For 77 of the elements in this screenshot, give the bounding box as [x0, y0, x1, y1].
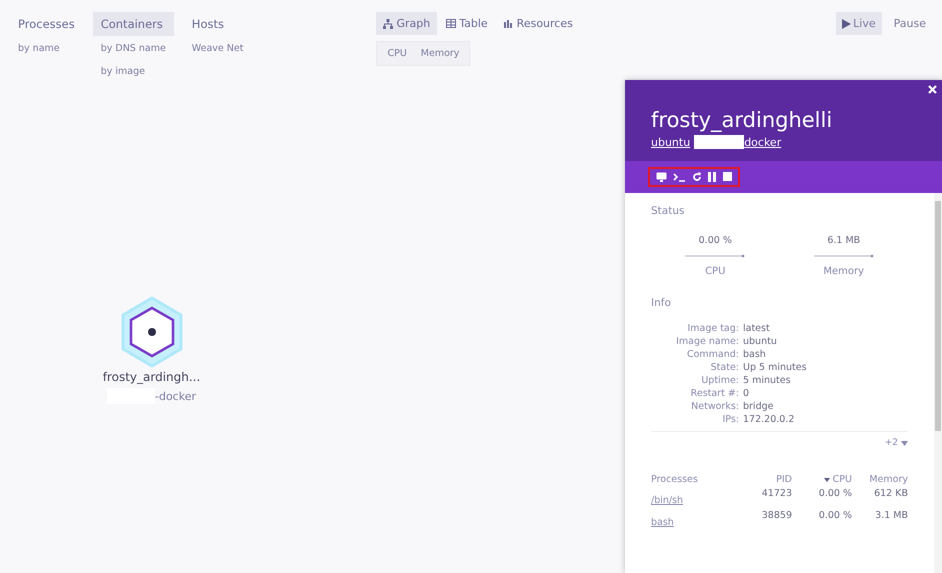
table-cell-text: 38859: [760, 510, 792, 523]
monitor-icon: [656, 172, 667, 182]
topology-option[interactable]: by name: [10, 38, 83, 59]
topology-tab[interactable]: Containers: [92, 12, 174, 36]
metric-label: Memory: [823, 266, 864, 277]
metric-label: CPU: [705, 266, 726, 277]
table-cell-text: 0.00 %: [818, 510, 852, 523]
view-tab[interactable]: Resources: [496, 12, 580, 35]
process-link[interactable]: bash: [651, 517, 674, 528]
table-icon: [446, 19, 456, 28]
sort-icon: [824, 478, 830, 482]
control-button[interactable]: [723, 172, 732, 182]
column-header[interactable]: CPU: [792, 474, 852, 485]
node-label: frosty_ardingh...: [102, 370, 200, 384]
section-heading: Status: [651, 205, 686, 217]
column-header[interactable]: Processes: [651, 474, 732, 485]
info-key: Image name:: [651, 336, 739, 347]
metric-value: 0.00 %: [698, 235, 732, 246]
control-button[interactable]: [708, 172, 717, 182]
info-key: Uptime:: [651, 375, 739, 386]
pause-icon: [708, 172, 717, 182]
info-key: State:: [651, 362, 739, 373]
column-header[interactable]: Memory: [852, 474, 908, 485]
detail-link[interactable]: docker: [744, 136, 782, 148]
terminal-icon: [673, 172, 686, 182]
info-key: Image tag:: [651, 323, 739, 334]
info-value: ubuntu: [743, 336, 778, 347]
info-value: 0: [743, 388, 750, 399]
control-button[interactable]: [692, 172, 702, 182]
control-button[interactable]: [656, 172, 667, 182]
info-value: bash: [743, 349, 767, 360]
info-key: Restart #:: [651, 388, 739, 399]
table-cell-text: 3.1 MB: [874, 510, 908, 523]
playback-button[interactable]: Live: [836, 12, 882, 35]
node-sublabel: -docker: [155, 390, 196, 402]
stop-icon: [723, 172, 732, 181]
bar-chart-icon: [504, 19, 514, 28]
metric-option[interactable]: Memory: [414, 45, 466, 62]
metric-value: 6.1 MB: [827, 235, 860, 246]
info-value: latest: [743, 323, 771, 334]
info-value: 5 minutes: [743, 375, 792, 386]
topology-tab[interactable]: Processes: [10, 12, 83, 36]
view-tab[interactable]: Graph: [376, 12, 438, 35]
playback-button[interactable]: Pause: [888, 12, 932, 35]
container-title: frosty_ardinghelli: [651, 108, 834, 132]
hierarchy-icon: [383, 18, 394, 28]
topology-option[interactable]: Weave Net: [184, 38, 252, 59]
container-node-icon[interactable]: [118, 296, 184, 368]
section-heading: Info: [651, 297, 672, 309]
table-cell-text: 41723: [760, 488, 792, 501]
view-tab[interactable]: Table: [439, 12, 495, 35]
caret-icon: [901, 440, 908, 446]
info-key: Networks:: [651, 401, 739, 412]
table-cell-text: 0.00 %: [818, 488, 852, 501]
detail-link[interactable]: ubuntu: [651, 136, 690, 148]
close-icon: [928, 85, 937, 94]
info-value: bridge: [743, 401, 774, 412]
info-key: IPs:: [651, 414, 739, 425]
topology-tab[interactable]: Hosts: [184, 12, 252, 36]
metric-option[interactable]: CPU: [380, 45, 414, 62]
process-link[interactable]: /bin/sh: [651, 495, 684, 506]
close-button[interactable]: [928, 85, 937, 94]
table-cell-text: 612 KB: [873, 488, 908, 501]
column-header[interactable]: PID: [732, 474, 792, 485]
scrollbar[interactable]: [934, 193, 942, 573]
info-key: Command:: [651, 349, 739, 360]
play-icon: [842, 18, 852, 28]
show-more-button[interactable]: +2: [884, 438, 908, 448]
redacted-block: [694, 135, 744, 149]
info-value: 172.20.0.2: [743, 414, 796, 425]
topology-option[interactable]: by DNS name: [92, 38, 174, 59]
restart-icon: [692, 172, 702, 182]
control-button[interactable]: [673, 172, 686, 182]
topology-option[interactable]: by image: [92, 61, 174, 82]
sparkline: [814, 254, 874, 258]
sparkline: [685, 254, 746, 258]
info-value: Up 5 minutes: [743, 362, 808, 373]
